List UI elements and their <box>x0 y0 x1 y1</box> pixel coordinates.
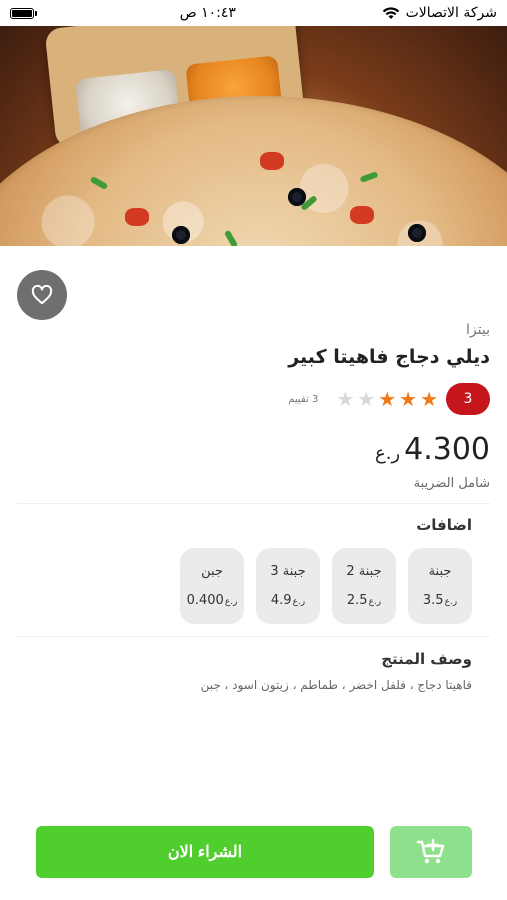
addon-option[interactable]: جبنة 3 4.9 ر.ع <box>256 548 320 624</box>
addons-list: جبنة 3.5 ر.ع جبنة 2 2.5 ر.ع جبنة 3 4.9 ر.ع … <box>180 548 472 624</box>
battery-icon <box>10 7 37 19</box>
star-rating: ★ ★ ★ ★ ★ <box>336 389 438 409</box>
divider <box>17 636 490 637</box>
star-filled-icon: ★ <box>399 387 418 411</box>
divider <box>17 503 490 504</box>
star-empty-icon: ★ <box>336 387 355 411</box>
status-right: شركة الاتصالات <box>382 5 497 21</box>
addons-title: اضافات <box>416 516 472 534</box>
favorite-button[interactable] <box>17 270 67 320</box>
chevron-right-icon[interactable]: › <box>478 46 489 79</box>
add-to-cart-button[interactable] <box>390 826 472 878</box>
product-title: ديلي دجاج فاهيتا كبير <box>288 346 490 368</box>
rating-row: 3 ★ ★ ★ ★ ★ 3 تقييم <box>288 383 490 415</box>
product-image: › <box>0 26 507 246</box>
rating-badge: 3 <box>446 383 490 415</box>
addon-name: جبنة <box>428 564 452 579</box>
addon-option[interactable]: جبنة 2 2.5 ر.ع <box>332 548 396 624</box>
buy-now-button[interactable]: الشراء الان <box>36 826 374 878</box>
price-currency: ر.ع <box>374 443 401 464</box>
product-price: ر.ع 4.300 <box>375 432 490 467</box>
addon-price: 2.5 ر.ع <box>346 593 382 608</box>
tax-note: شامل الضريبة <box>413 476 490 491</box>
product-category: بيتزا <box>466 322 490 338</box>
star-filled-icon: ★ <box>420 387 438 411</box>
addon-name: جبنة 2 <box>346 564 382 579</box>
addon-option[interactable]: جبنة 3.5 ر.ع <box>408 548 472 624</box>
star-empty-icon: ★ <box>357 387 376 411</box>
addon-price: 3.5 ر.ع <box>422 593 458 608</box>
addon-price: 4.9 ر.ع <box>270 593 306 608</box>
addon-price: 0.400 ر.ع <box>186 593 238 608</box>
wifi-icon <box>382 7 399 19</box>
status-bar: ١٠:٤٣ ص شركة الاتصالات <box>0 0 507 26</box>
rating-count: 3 تقييم <box>288 393 319 405</box>
add-to-cart-icon <box>416 838 445 864</box>
addon-option[interactable]: جبن 0.400 ر.ع <box>180 548 244 624</box>
heart-icon <box>31 285 53 305</box>
star-filled-icon: ★ <box>378 387 397 411</box>
addon-name: جبن <box>201 564 223 579</box>
addon-name: جبنة 3 <box>270 564 306 579</box>
price-value: 4.300 <box>404 432 490 467</box>
description-title: وصف المنتج <box>381 650 472 668</box>
carrier-name: شركة الاتصالات <box>405 5 497 21</box>
status-time: ١٠:٤٣ ص <box>179 5 236 21</box>
description-text: فاهيتا دجاج ، فلفل اخضر ، طماطم ، زيتون … <box>200 678 472 692</box>
